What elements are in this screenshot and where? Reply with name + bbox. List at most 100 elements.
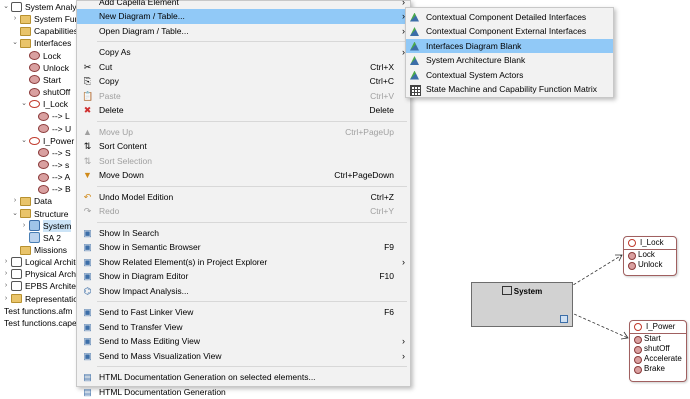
diagram-icon — [410, 71, 419, 80]
exchange-icon — [634, 356, 642, 364]
menu-item[interactable]: ▼Move DownCtrl+PageDown — [77, 168, 410, 183]
menu-item[interactable]: New Diagram / Table...› — [77, 9, 410, 24]
menu-item-label: Sort Content — [99, 139, 147, 154]
interface-box-i-power[interactable]: I_Power StartshutOffAccelerateBrake — [629, 320, 687, 382]
menu-item[interactable]: ▤HTML Documentation Generation — [77, 385, 410, 399]
menu-item: ↷RedoCtrl+Y — [77, 204, 410, 219]
menu-item[interactable]: ▣Send to Mass Editing View› — [77, 334, 410, 349]
menu-item[interactable]: ▣Send to Mass Visualization View› — [77, 349, 410, 364]
diagram-editor-icon: ▣ — [82, 271, 93, 282]
context-menu[interactable]: Add Capella Element›New Diagram / Table.… — [76, 0, 411, 387]
menu-item-accelerator: F10 — [379, 269, 394, 284]
submenu-arrow-icon: › — [402, 334, 405, 349]
exchange-item[interactable]: Lock — [624, 250, 676, 260]
menu-item[interactable]: ⇅ Sort Content — [77, 139, 410, 154]
exchange-icon — [634, 336, 642, 344]
exchange-item[interactable]: Start — [630, 334, 686, 344]
menu-item[interactable]: ▣ Show in Diagram Editor F10 — [77, 269, 410, 284]
menu-item[interactable]: ▣Show in Semantic BrowserF9 — [77, 240, 410, 255]
menu-item-label: Paste — [99, 89, 121, 104]
impact-analysis-icon: ⌬ — [82, 286, 93, 297]
exchange-item[interactable]: Accelerate — [630, 354, 686, 364]
matrix-icon — [410, 85, 421, 96]
component-icon — [502, 286, 512, 295]
exchange-label: Lock — [638, 250, 655, 259]
menu-item-label: Move Down — [99, 168, 144, 183]
submenu-item[interactable]: Interfaces Diagram Blank — [406, 39, 613, 54]
menu-item-label: Open Diagram / Table... — [99, 24, 189, 39]
exchange-label: Start — [644, 334, 661, 343]
submenu-item[interactable]: System Architecture Blank — [406, 53, 613, 68]
menu-item-label: Redo — [99, 204, 119, 219]
menu-separator — [97, 186, 407, 187]
menu-item[interactable]: ⌬ Show Impact Analysis... — [77, 284, 410, 299]
menu-item-label: New Diagram / Table... — [99, 9, 185, 24]
menu-item[interactable]: ▣Send to Transfer View — [77, 320, 410, 335]
exchange-item[interactable]: shutOff — [630, 344, 686, 354]
menu-item-accelerator: Ctrl+C — [370, 74, 394, 89]
menu-item[interactable]: ▤HTML Documentation Generation on select… — [77, 370, 410, 385]
menu-item: ▲Move UpCtrl+PageUp — [77, 125, 410, 140]
menu-item[interactable]: ▣Show Related Element(s) in Project Expl… — [77, 255, 410, 270]
interface-header: I_Power — [630, 321, 686, 334]
menu-item: ⇅Sort Selection — [77, 154, 410, 169]
submenu-item-label: Contextual System Actors — [426, 68, 523, 83]
cut-icon: ✂ — [82, 62, 93, 73]
menu-item[interactable]: ⎘CopyCtrl+C — [77, 74, 410, 89]
search-view-icon: ▣ — [82, 228, 93, 239]
submenu-item-label: Contextual Component External Interfaces — [426, 24, 586, 39]
menu-item[interactable]: ✂CutCtrl+X — [77, 60, 410, 75]
move-up-icon: ▲ — [82, 127, 93, 138]
diagram-icon — [410, 27, 419, 36]
diagram-icon — [410, 13, 419, 22]
diagram-icon — [410, 42, 419, 51]
exchange-label: Unlock — [638, 260, 662, 269]
menu-item-label: Send to Transfer View — [99, 320, 182, 335]
exchange-label: Accelerate — [644, 354, 682, 363]
menu-item-label: Send to Fast Linker View — [99, 305, 193, 320]
menu-item-accelerator: Ctrl+Y — [370, 204, 394, 219]
interface-icon — [634, 323, 642, 331]
html-doc-icon: ▤ — [82, 372, 93, 383]
system-component-box[interactable]: System — [471, 282, 573, 327]
submenu-item[interactable]: State Machine and Capability Function Ma… — [406, 82, 613, 97]
menu-separator — [97, 301, 407, 302]
menu-item[interactable]: ▣Send to Fast Linker ViewF6 — [77, 305, 410, 320]
exchange-item[interactable]: Unlock — [624, 260, 676, 270]
menu-item[interactable]: Open Diagram / Table...› — [77, 24, 410, 39]
interface-icon — [628, 239, 636, 247]
menu-item-label: Send to Mass Editing View — [99, 334, 200, 349]
sort-selection-icon: ⇅ — [82, 156, 93, 167]
undo-icon: ↶ — [82, 192, 93, 203]
sort-content-icon: ⇅ — [82, 141, 93, 152]
menu-item[interactable]: Copy As› — [77, 45, 410, 60]
menu-item[interactable]: ✖DeleteDelete — [77, 103, 410, 118]
submenu-item[interactable]: Contextual Component Detailed Interfaces — [406, 10, 613, 25]
menu-item[interactable]: Add Capella Element› — [77, 0, 410, 9]
exchange-item[interactable]: Brake — [630, 364, 686, 374]
system-component-title: System — [472, 286, 572, 296]
html-doc-icon: ▤ — [82, 387, 93, 398]
exchange-label: Brake — [644, 364, 665, 373]
delete-icon: ✖ — [82, 105, 93, 116]
menu-item[interactable]: ↶Undo Model EditionCtrl+Z — [77, 190, 410, 205]
menu-item-label: Show in Diagram Editor — [99, 269, 188, 284]
submenu-item[interactable]: Contextual System Actors — [406, 68, 613, 83]
menu-item-accelerator: Ctrl+PageUp — [345, 125, 394, 140]
menu-separator — [97, 121, 407, 122]
menu-separator — [97, 366, 407, 367]
menu-item-accelerator: Delete — [369, 103, 394, 118]
exchange-label: shutOff — [644, 344, 670, 353]
menu-item[interactable]: ▣Show In Search — [77, 226, 410, 241]
menu-item-label: Cut — [99, 60, 112, 75]
menu-item-label: Undo Model Edition — [99, 190, 173, 205]
menu-item-label: Show Impact Analysis... — [99, 284, 189, 299]
exchange-icon — [628, 252, 636, 260]
new-diagram-submenu[interactable]: Contextual Component Detailed Interfaces… — [405, 7, 614, 98]
port-icon — [560, 315, 568, 323]
interface-box-i-lock[interactable]: I_Lock LockUnlock — [623, 236, 677, 276]
menu-item-accelerator: Ctrl+V — [370, 89, 394, 104]
menu-separator — [97, 222, 407, 223]
menu-item-label: Copy — [99, 74, 119, 89]
submenu-item[interactable]: Contextual Component External Interfaces — [406, 24, 613, 39]
